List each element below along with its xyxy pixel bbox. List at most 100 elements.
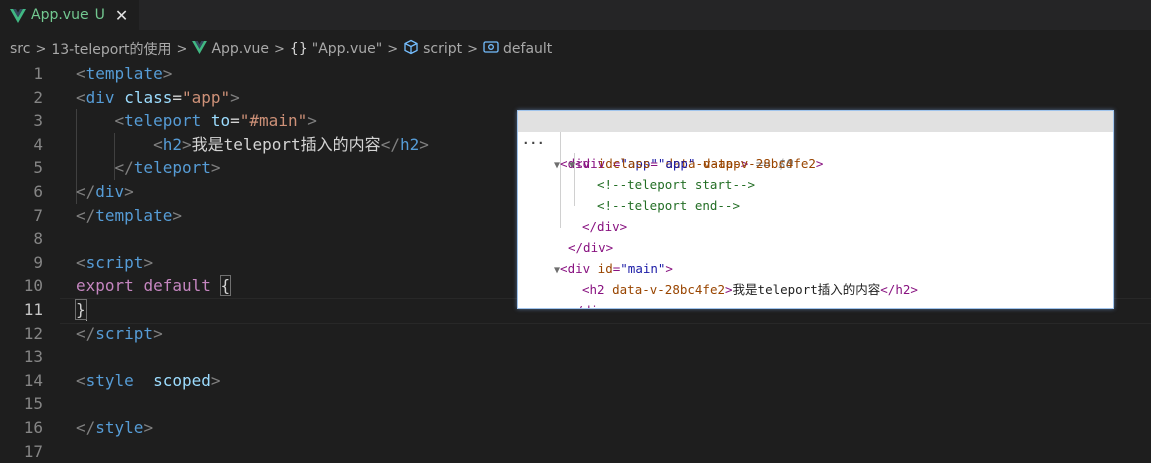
breadcrumb-label: src — [10, 41, 31, 57]
code-token: > — [307, 111, 317, 131]
devtools-elements-panel: ··· ▼<div id="app" data-v-app> == $0 ▼<d… — [517, 110, 1114, 309]
code-token: </ — [380, 134, 400, 154]
code-token: scoped — [153, 370, 211, 390]
code-token: "#main" — [239, 111, 308, 131]
code-token: = — [172, 87, 182, 107]
code-token: class — [124, 87, 173, 107]
line-number: 6 — [33, 182, 43, 201]
code-line: 17 — [0, 440, 1151, 463]
line-number: 2 — [33, 87, 43, 107]
code-token: default — [143, 276, 211, 296]
code-token: > — [143, 418, 154, 437]
code-token: teleport — [124, 111, 202, 131]
code-token: > — [181, 134, 192, 154]
code-token: export — [76, 276, 134, 296]
braces-icon: {} — [289, 41, 308, 57]
vue-icon — [192, 40, 208, 58]
code-token: > — [230, 87, 240, 107]
code-token: template — [85, 64, 163, 83]
breadcrumb-item-src[interactable]: src — [10, 41, 30, 57]
code-token: style — [85, 370, 134, 390]
dom-node-div-app[interactable]: ··· ▼<div id="app" data-v-app> == $0 — [518, 111, 1113, 171]
code-line: 16 </style> — [0, 416, 1151, 440]
code-token: > — [153, 323, 163, 343]
code-token: < — [76, 252, 86, 272]
line-number: 10 — [23, 276, 43, 296]
dom-comment-teleport-end[interactable]: <!--teleport end--> — [518, 174, 1113, 213]
code-token: </ — [76, 205, 96, 225]
line-number: 8 — [33, 229, 43, 249]
code-token: template — [95, 205, 173, 225]
breadcrumb-item-script[interactable]: script — [403, 39, 462, 59]
code-token: 我是teleport插入的内容 — [191, 134, 381, 154]
dom-close-tag[interactable]: </div> — [518, 216, 1113, 255]
dom-close-tag[interactable]: </div> — [518, 279, 1113, 308]
code-token: > — [210, 370, 221, 390]
breadcrumb: src > 13-teleport的使用 > App.vue > {} "App… — [0, 38, 552, 60]
code-token: teleport — [133, 158, 211, 178]
breadcrumb-separator: > — [176, 41, 188, 57]
breadcrumb-separator: > — [467, 41, 479, 57]
dom-node-div-main[interactable]: ▼<div id="main"> — [518, 237, 1113, 276]
code-token: < — [76, 64, 86, 83]
code-line: 14 <style scoped> — [0, 369, 1151, 393]
code-token: < — [153, 134, 163, 154]
code-token: h2 — [162, 134, 182, 154]
breadcrumb-item-module[interactable]: {} "App.vue" — [290, 41, 382, 57]
breadcrumb-label: "App.vue" — [311, 41, 383, 57]
code-token: < — [76, 370, 86, 390]
code-token: > — [172, 205, 182, 225]
code-token: > — [162, 64, 173, 83]
code-token: to — [210, 111, 231, 131]
close-icon[interactable]: ✕ — [115, 6, 128, 25]
breadcrumb-separator: > — [274, 41, 285, 57]
line-number: 12 — [23, 323, 43, 343]
code-line: 2 <div class="app"> — [0, 86, 1151, 110]
vue-icon — [10, 8, 26, 23]
code-token: script — [85, 252, 144, 272]
tab-bar: App.vue U ✕ — [0, 0, 1151, 30]
code-token: </ — [76, 323, 96, 343]
breadcrumb-item-folder[interactable]: 13-teleport的使用 — [51, 39, 171, 59]
code-token: < — [76, 87, 86, 107]
code-line: 13 — [0, 345, 1151, 369]
line-number: 17 — [23, 441, 43, 461]
line-number: 14 — [23, 370, 43, 390]
line-number: 5 — [33, 158, 43, 178]
bracket-match-highlight: { — [219, 275, 232, 297]
editor-tab-app-vue[interactable]: App.vue U ✕ — [0, 0, 139, 30]
code-line: 15 — [0, 392, 1151, 416]
breadcrumb-separator: > — [387, 41, 399, 57]
field-icon — [483, 40, 499, 58]
code-token: script — [95, 323, 154, 343]
line-number: 15 — [23, 394, 43, 414]
line-number: 4 — [33, 134, 43, 154]
code-token: > — [210, 158, 221, 178]
code-token: > — [143, 252, 154, 272]
line-number: 9 — [33, 252, 43, 272]
code-token: h2 — [399, 134, 420, 154]
line-number: 11 — [23, 300, 43, 319]
dom-tag-name: </div> — [568, 300, 613, 308]
dom-close-tag[interactable]: </div> — [518, 195, 1113, 234]
line-number: 16 — [23, 418, 43, 437]
text-cursor — [85, 300, 87, 321]
code-line: 12 </script> — [0, 322, 1151, 346]
code-token: > — [124, 182, 134, 201]
dom-node-div-class-app[interactable]: ▼<div class="app" data-v-28bc4fe2> — [518, 132, 1113, 171]
dom-node-h2[interactable]: <h2 data-v-28bc4fe2>我是teleport插入的内容</h2> — [518, 258, 1113, 297]
breadcrumb-item-file[interactable]: App.vue — [192, 40, 270, 58]
code-token: "app" — [182, 87, 231, 107]
code-token: > — [419, 134, 429, 154]
breadcrumb-label: script — [423, 41, 463, 57]
cube-icon — [403, 39, 419, 59]
breadcrumb-label: default — [503, 41, 553, 57]
line-number: 13 — [23, 347, 43, 367]
dom-comment-teleport-start[interactable]: <!--teleport start--> — [518, 153, 1113, 192]
git-status-badge: U — [94, 7, 105, 23]
breadcrumb-item-default[interactable]: default — [483, 40, 552, 58]
breadcrumb-label: App.vue — [211, 41, 270, 57]
line-number: 3 — [33, 111, 43, 131]
line-number: 1 — [33, 64, 43, 83]
code-token: </ — [76, 418, 96, 437]
